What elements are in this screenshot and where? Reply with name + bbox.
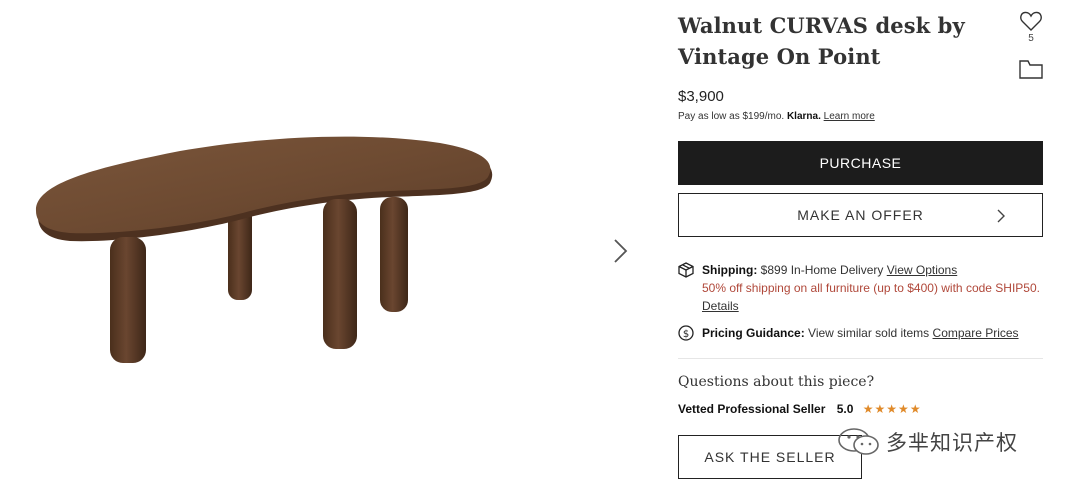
purchase-button[interactable]: PURCHASE — [678, 141, 1043, 185]
details-link[interactable]: Details — [702, 299, 739, 313]
package-icon — [678, 262, 694, 278]
seller-info: Vetted Professional Seller 5.0 ★★★★★ — [678, 402, 922, 416]
klarna-text: Pay as low as $199/mo. — [678, 111, 785, 122]
view-options-link[interactable]: View Options — [887, 263, 957, 277]
klarna-learn-more-link[interactable]: Learn more — [824, 111, 875, 122]
watermark: 多芈知识产权 — [836, 424, 1018, 460]
klarna-financing: Pay as low as $199/mo. Klarna. Learn mor… — [678, 111, 875, 122]
folder-icon[interactable] — [1018, 58, 1044, 80]
questions-heading: Questions about this piece? — [678, 374, 875, 390]
ask-seller-button[interactable]: ASK THE SELLER — [678, 435, 862, 479]
product-title: Walnut CURVAS desk by Vintage On Point — [678, 13, 965, 69]
chevron-right-icon — [997, 209, 1005, 223]
product-image[interactable] — [30, 125, 500, 375]
product-info-panel: Walnut CURVAS desk by Vintage On Point 5… — [678, 0, 1048, 490]
shipping-promo: 50% off shipping on all furniture (up to… — [702, 281, 1040, 295]
heart-icon[interactable] — [1019, 10, 1043, 32]
favorite-group: 5 — [1018, 10, 1044, 44]
product-image-area — [0, 0, 640, 490]
seller-rating: 5.0 — [836, 402, 854, 416]
divider — [678, 358, 1043, 359]
shipping-text-block: Shipping: $899 In-Home Delivery View Opt… — [702, 261, 1047, 315]
watermark-text: 多芈知识产权 — [886, 431, 1018, 455]
chevron-right-icon[interactable] — [608, 236, 632, 266]
dollar-circle-icon: $ — [678, 325, 694, 341]
pricing-text: View similar sold items — [808, 326, 930, 340]
make-offer-button[interactable]: MAKE AN OFFER — [678, 193, 1043, 237]
compare-prices-link[interactable]: Compare Prices — [933, 326, 1019, 340]
klarna-brand: Klarna. — [786, 111, 821, 122]
pricing-guidance: $ Pricing Guidance: View similar sold it… — [678, 324, 1048, 344]
shipping-info: Shipping: $899 In-Home Delivery View Opt… — [678, 261, 1048, 317]
shipping-label: Shipping: — [702, 263, 758, 277]
make-offer-label: MAKE AN OFFER — [797, 207, 924, 223]
pricing-label: Pricing Guidance: — [702, 326, 805, 340]
wechat-icon — [838, 428, 879, 455]
seller-name[interactable]: Vetted Professional Seller — [678, 402, 825, 416]
product-price: $3,900 — [678, 88, 724, 105]
favorite-count: 5 — [1028, 33, 1034, 44]
rating-stars: ★★★★★ — [862, 402, 922, 416]
pricing-text-block: Pricing Guidance: View similar sold item… — [702, 324, 1047, 342]
svg-text:$: $ — [683, 329, 689, 340]
shipping-text: $899 In-Home Delivery — [760, 263, 884, 277]
